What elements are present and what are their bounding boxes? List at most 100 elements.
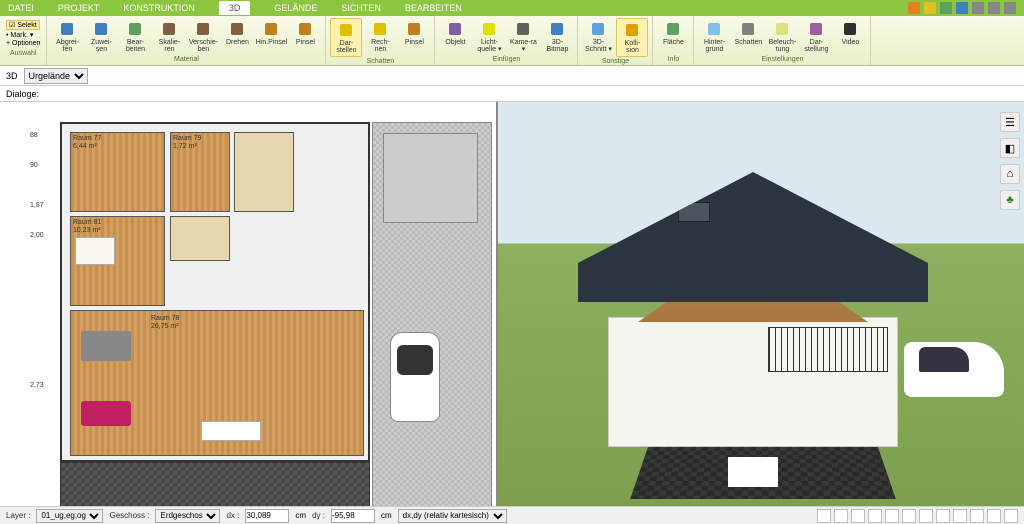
status-icon[interactable] bbox=[953, 509, 967, 523]
ribbon-icon bbox=[841, 20, 859, 38]
dialoge-label: Dialoge: bbox=[6, 89, 39, 99]
view-selector[interactable]: Urgelände bbox=[24, 68, 88, 84]
tree-icon[interactable]: ♣ bbox=[1000, 190, 1020, 210]
ribbon-beleuchtung[interactable]: Beleuch-tung bbox=[766, 18, 798, 55]
status-icon[interactable] bbox=[1004, 509, 1018, 523]
menu-bearbeiten[interactable]: BEARBEITEN bbox=[405, 3, 462, 13]
ribbon-icon bbox=[807, 20, 825, 38]
geschoss-select[interactable]: Erdgeschos bbox=[155, 509, 220, 523]
ribbon-icon bbox=[623, 21, 641, 39]
driveway-plan[interactable] bbox=[372, 122, 492, 506]
status-icon[interactable] bbox=[868, 509, 882, 523]
menu-sichten[interactable]: SICHTEN bbox=[341, 3, 381, 13]
maximize-icon[interactable] bbox=[988, 2, 1000, 14]
dim-label: 2,00 bbox=[30, 232, 44, 239]
room-77[interactable]: Raum 776,44 m² bbox=[70, 132, 165, 212]
ribbon-pinsel[interactable]: Pinsel bbox=[398, 18, 430, 57]
ribbon-darstellen[interactable]: Dar-stellen bbox=[330, 18, 362, 57]
status-icon[interactable] bbox=[885, 509, 899, 523]
armchair-furniture[interactable] bbox=[81, 331, 131, 361]
house-3d[interactable] bbox=[588, 172, 918, 472]
room-81[interactable]: Raum 8110,23 m² bbox=[70, 216, 165, 306]
coord-mode-select[interactable]: dx,dy (relativ kartesisch) bbox=[398, 509, 507, 523]
ribbon-dbitmap[interactable]: 3D-Bitmap bbox=[541, 18, 573, 55]
dx-input[interactable] bbox=[245, 509, 289, 523]
ribbon-icon bbox=[705, 20, 723, 38]
ribbon-schatten[interactable]: Schatten bbox=[732, 18, 764, 55]
menu-konstruktion[interactable]: KONSTRUKTION bbox=[123, 3, 195, 13]
ribbon-flche[interactable]: Fläche bbox=[657, 18, 689, 55]
ribbon-kollision[interactable]: Kolli-sion bbox=[616, 18, 648, 57]
unit-label: cm bbox=[381, 511, 392, 520]
ribbon-pinsel[interactable]: Pinsel bbox=[289, 18, 321, 55]
ribbon-abgreifen[interactable]: Abgrei-fen bbox=[51, 18, 83, 55]
room-small[interactable] bbox=[170, 216, 230, 261]
sofa-furniture[interactable] bbox=[81, 401, 131, 426]
menu-datei[interactable]: DATEI bbox=[8, 3, 34, 13]
ribbon-skalieren[interactable]: Skalie-ren bbox=[153, 18, 185, 55]
select-toggle[interactable]: ☑ Selekt bbox=[6, 20, 40, 30]
ribbon-rechnen[interactable]: Rech-nen bbox=[364, 18, 396, 57]
minimize-icon[interactable] bbox=[972, 2, 984, 14]
status-icon[interactable] bbox=[834, 509, 848, 523]
floorplan-outline: Raum 776,44 m² Raum 791,72 m² Raum 8110,… bbox=[60, 122, 370, 462]
room-78[interactable]: Raum 7826,75 m² bbox=[70, 310, 364, 456]
ribbon-darstellung[interactable]: Dar-stellung bbox=[800, 18, 832, 55]
layer-label: Layer : bbox=[6, 511, 30, 520]
workspace: Raum 776,44 m² Raum 791,72 m² Raum 8110,… bbox=[0, 102, 1024, 506]
view-mode-label: 3D bbox=[6, 71, 18, 81]
terrace-plan[interactable] bbox=[60, 462, 370, 506]
bed-furniture[interactable] bbox=[75, 237, 115, 265]
cube-icon[interactable]: ◧ bbox=[1000, 138, 1020, 158]
desk-furniture[interactable] bbox=[201, 421, 261, 441]
status-icon[interactable] bbox=[970, 509, 984, 523]
menu-projekt[interactable]: PROJEKT bbox=[58, 3, 100, 13]
dy-input[interactable] bbox=[331, 509, 375, 523]
ribbon-icon bbox=[126, 20, 144, 38]
layers-icon[interactable]: ☰ bbox=[1000, 112, 1020, 132]
ribbon-video[interactable]: Video bbox=[834, 18, 866, 55]
ribbon-kamera[interactable]: Kame-ra ▾ bbox=[507, 18, 539, 55]
house-icon[interactable]: ⌂ bbox=[1000, 164, 1020, 184]
menu-gelaende[interactable]: GELÄNDE bbox=[274, 3, 317, 13]
titlebar-icon-3[interactable] bbox=[940, 2, 952, 14]
3d-view-pane[interactable]: ☰ ◧ ⌂ ♣ bbox=[498, 102, 1024, 506]
room-79[interactable]: Raum 791,72 m² bbox=[170, 132, 230, 212]
status-icon[interactable] bbox=[936, 509, 950, 523]
floorplan-pane[interactable]: Raum 776,44 m² Raum 791,72 m² Raum 8110,… bbox=[0, 102, 498, 506]
ribbon-hinpinsel[interactable]: Hin.Pinsel bbox=[255, 18, 287, 55]
dim-label: 88 bbox=[30, 132, 38, 139]
titlebar-icon-1[interactable] bbox=[908, 2, 920, 14]
stairwell[interactable] bbox=[234, 132, 294, 212]
ribbon-icon bbox=[773, 20, 791, 38]
ribbon-icon bbox=[405, 20, 423, 38]
close-icon[interactable] bbox=[1004, 2, 1016, 14]
layer-select[interactable]: 01_ug,eg,og bbox=[36, 509, 103, 523]
car-plan[interactable] bbox=[390, 332, 440, 422]
ribbon-verschieben[interactable]: Verschie-ben bbox=[187, 18, 219, 55]
status-icon[interactable] bbox=[987, 509, 1001, 523]
dim-label: 1,87 bbox=[30, 202, 44, 209]
mark-toggle[interactable]: • Mark. ▾ bbox=[6, 31, 40, 39]
status-icon[interactable] bbox=[902, 509, 916, 523]
ribbon-dschnitt[interactable]: 3D-Schnitt ▾ bbox=[582, 18, 614, 57]
titlebar-icons bbox=[908, 2, 1016, 14]
ribbon-icon bbox=[296, 20, 314, 38]
menu-3d[interactable]: 3D bbox=[219, 1, 251, 15]
options-toggle[interactable]: + Optionen bbox=[6, 40, 40, 47]
ribbon-bearbeiten[interactable]: Bear-beiten bbox=[119, 18, 151, 55]
garage-plan[interactable] bbox=[383, 133, 478, 223]
status-icon[interactable] bbox=[919, 509, 933, 523]
ribbon-drehen[interactable]: Drehen bbox=[221, 18, 253, 55]
car-3d[interactable] bbox=[904, 342, 1004, 397]
ribbon-icon bbox=[664, 20, 682, 38]
ribbon-icon bbox=[262, 20, 280, 38]
ribbon-lichtquelle[interactable]: Licht-quelle ▾ bbox=[473, 18, 505, 55]
status-icon[interactable] bbox=[851, 509, 865, 523]
ribbon-zuweisen[interactable]: Zuwei-sen bbox=[85, 18, 117, 55]
titlebar-icon-2[interactable] bbox=[924, 2, 936, 14]
help-icon[interactable] bbox=[956, 2, 968, 14]
ribbon-objekt[interactable]: Objekt bbox=[439, 18, 471, 55]
ribbon-hintergrund[interactable]: Hinter-grund bbox=[698, 18, 730, 55]
status-icon[interactable] bbox=[817, 509, 831, 523]
